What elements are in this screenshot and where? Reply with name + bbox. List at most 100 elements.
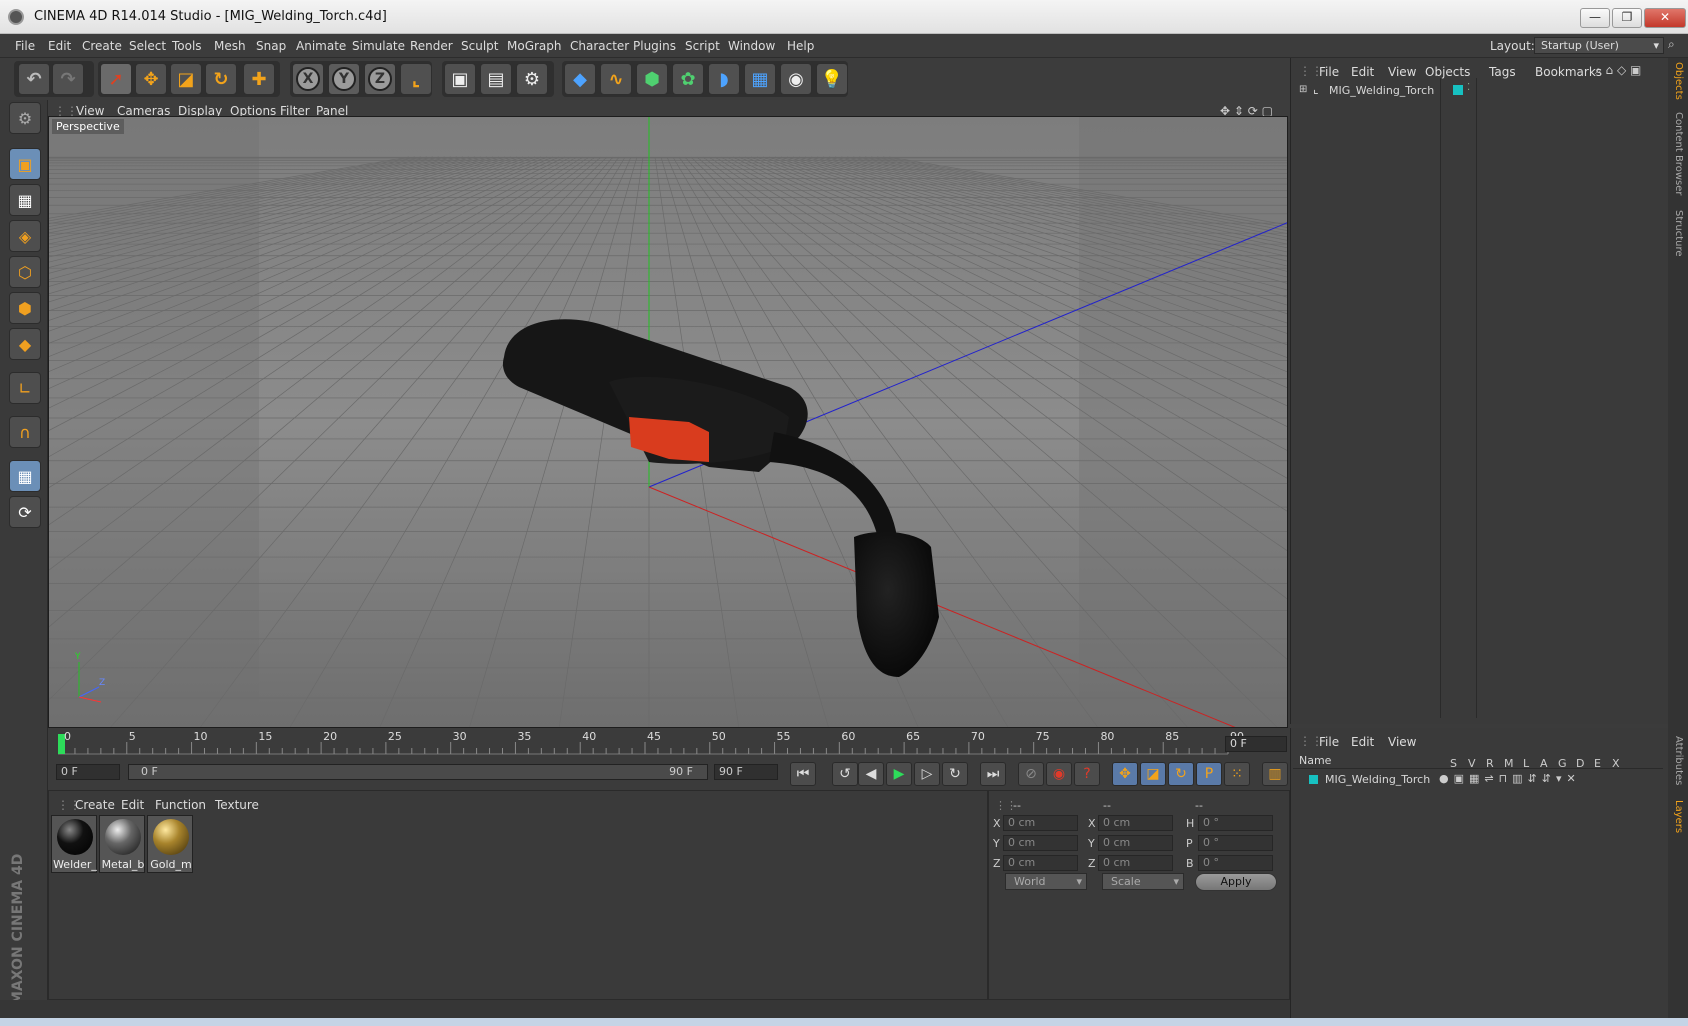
edges-mode-icon[interactable]: ⬢ [9,292,41,324]
menu-character[interactable]: Character [570,39,629,53]
material-metal[interactable]: Metal_b [99,815,145,873]
objects-menu-view[interactable]: View [1388,65,1416,79]
layer-toggle-icons[interactable]: ●▣▦⇌⊓▥⇵⇵▾✕ [1439,772,1581,785]
undo-icon[interactable]: ↶ [18,63,50,95]
key-position-icon[interactable]: ✥ [1112,762,1138,786]
size-x-field[interactable]: 0 cm [1098,815,1173,831]
position-y-field[interactable]: 0 cm [1003,835,1078,851]
cube-icon[interactable]: ◆ [564,63,596,95]
objects-menu-edit[interactable]: Edit [1351,65,1374,79]
tab-attributes[interactable]: Attributes [1673,736,1684,785]
material-welder[interactable]: Welder_ [51,815,97,873]
size-y-field[interactable]: 0 cm [1098,835,1173,851]
deformer-icon[interactable]: ◗ [708,63,740,95]
planar-workplane-icon[interactable]: ⟳ [9,496,41,528]
search-icon[interactable]: ⌕ [1668,37,1675,52]
menu-mograph[interactable]: MoGraph [507,39,562,53]
menu-file[interactable]: File [15,39,35,53]
keyframe-selection-icon[interactable]: ? [1074,762,1100,786]
tab-objects[interactable]: Objects [1673,62,1684,100]
layer-col-render[interactable]: R [1486,757,1494,770]
material-menu-texture[interactable]: Texture [215,798,259,812]
objects-menu-tags[interactable]: Tags [1489,65,1516,79]
objects-menu-bookmarks[interactable]: Bookmarks [1535,65,1602,79]
start-frame-field[interactable]: 0 F [56,764,120,780]
light-icon[interactable]: 💡 [816,63,848,95]
y-axis-icon[interactable]: Y [328,63,360,95]
move-icon[interactable]: ✥ [135,63,167,95]
layer-col-locked[interactable]: L [1523,757,1529,770]
menu-select[interactable]: Select [129,39,166,53]
key-scale-icon[interactable]: ◪ [1140,762,1166,786]
material-menu-create[interactable]: Create [75,798,115,812]
layer-col-xref[interactable]: X [1612,757,1620,770]
camera-icon[interactable]: ◉ [780,63,812,95]
x-axis-icon[interactable]: X [292,63,324,95]
autokey-icon[interactable]: ◉ [1046,762,1072,786]
visibility-dots-icon[interactable]: ⁚ [1467,82,1470,93]
layer-col-deformers[interactable]: D [1576,757,1584,770]
menu-simulate[interactable]: Simulate [352,39,405,53]
key-pla-icon[interactable]: ⁙ [1224,762,1250,786]
render-view-icon[interactable]: ▣ [444,63,476,95]
tab-layers[interactable]: Layers [1673,800,1684,833]
rotation-h-field[interactable]: 0 ° [1198,815,1273,831]
redo-icon[interactable]: ↷ [52,63,84,95]
play-icon[interactable]: ▶ [886,762,912,786]
menu-window[interactable]: Window [728,39,775,53]
nurbs-icon[interactable]: ⬢ [636,63,668,95]
render-picture-viewer-icon[interactable]: ▤ [480,63,512,95]
recent-tool-icon[interactable]: ✚ [243,63,275,95]
menu-create[interactable]: Create [82,39,122,53]
rotation-b-field[interactable]: 0 ° [1198,855,1273,871]
menu-plugins[interactable]: Plugins [633,39,676,53]
position-z-field[interactable]: 0 cm [1003,855,1078,871]
timeline[interactable]: 051015202530354045505560657075808590 [48,728,1290,758]
layer-col-generators[interactable]: G [1558,757,1567,770]
minimize-button[interactable]: — [1580,8,1610,28]
points-mode-icon[interactable]: ⬡ [9,256,41,288]
objects-menu-objects[interactable]: Objects [1425,65,1470,79]
layer-col-expressions[interactable]: E [1594,757,1601,770]
next-key-icon[interactable]: ↻ [942,762,968,786]
tree-row[interactable]: ⊞ ⌞ MIG_Welding_Torch ⁚ [1299,82,1659,100]
key-parameter-icon[interactable]: P [1196,762,1222,786]
coordinate-system-icon[interactable]: ⌞ [400,63,432,95]
goto-start-icon[interactable]: ⏮ [790,762,816,786]
end-frame-field[interactable]: 90 F [714,764,778,780]
axis-mode-icon[interactable]: ∟ [9,372,41,404]
layout-select[interactable]: Startup (User) ▾ [1534,37,1664,54]
current-frame-field[interactable]: 0 F [1225,736,1287,752]
live-selection-icon[interactable]: ➚ [100,63,132,95]
material-menu-function[interactable]: Function [155,798,206,812]
floor-icon[interactable]: ▦ [744,63,776,95]
frame-range-slider[interactable]: 0 F 90 F [128,764,708,780]
menu-render[interactable]: Render [410,39,453,53]
layer-col-manager[interactable]: M [1504,757,1514,770]
menu-script[interactable]: Script [685,39,720,53]
size-mode-select[interactable]: Scale ▾ [1102,873,1184,890]
objects-menu-file[interactable]: File [1319,65,1339,79]
layers-menu-edit[interactable]: Edit [1351,735,1374,749]
restore-button[interactable]: ❐ [1612,8,1642,28]
spline-icon[interactable]: ∿ [600,63,632,95]
array-icon[interactable]: ✿ [672,63,704,95]
menu-help[interactable]: Help [787,39,814,53]
record-keys-icon[interactable]: ⊘ [1018,762,1044,786]
menu-snap[interactable]: Snap [256,39,286,53]
lock-workplane-icon[interactable]: ▦ [9,460,41,492]
material-gold[interactable]: Gold_m [147,815,193,873]
tab-structure[interactable]: Structure [1673,210,1684,257]
polygons-mode-icon[interactable]: ◆ [9,328,41,360]
layers-menu-file[interactable]: File [1319,735,1339,749]
layer-col-view[interactable]: V [1468,757,1476,770]
scale-icon[interactable]: ◪ [170,63,202,95]
apply-button[interactable]: Apply [1195,873,1277,891]
objects-toolbar-icons[interactable]: ⌕ ⌂ ◇ ▣ [1595,63,1641,78]
next-frame-icon[interactable]: ▷ [914,762,940,786]
expand-icon[interactable]: ⊞ [1299,84,1307,95]
menu-animate[interactable]: Animate [296,39,346,53]
model-mode-icon[interactable]: ▣ [9,148,41,180]
layer-col-solo[interactable]: S [1450,757,1457,770]
menu-sculpt[interactable]: Sculpt [461,39,498,53]
